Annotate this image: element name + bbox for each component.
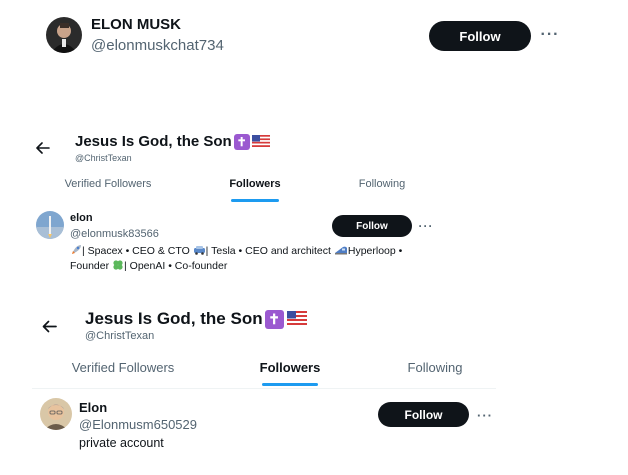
back-arrow-icon[interactable] <box>34 139 52 157</box>
more-icon[interactable]: ··· <box>474 404 496 426</box>
tab-followers[interactable]: Followers <box>215 178 295 190</box>
bio-text-spacex: | Spacex • CEO & CTO <box>82 245 190 257</box>
follower-handle: @Elonmusm650529 <box>79 417 197 432</box>
train-icon <box>334 244 348 259</box>
page-title-text: Jesus Is God, the Son <box>85 309 263 328</box>
page-title: Jesus Is God, the Son ✝ <box>85 309 307 330</box>
tab-followers[interactable]: Followers <box>248 360 332 375</box>
tab-following[interactable]: Following <box>396 360 474 375</box>
follower-bio-line-1: | Spacex • CEO & CTO | Tesla • CEO and a… <box>70 244 402 259</box>
follow-button[interactable]: Follow <box>332 215 412 237</box>
follower-bio: private account <box>79 436 164 450</box>
avatar[interactable] <box>46 17 82 53</box>
page-title: Jesus Is God, the Son ✝ <box>75 133 270 151</box>
follower-name: Elon <box>79 400 108 415</box>
tab-verified-followers[interactable]: Verified Followers <box>58 178 158 190</box>
back-arrow-icon[interactable] <box>39 316 59 336</box>
clover-icon <box>112 259 124 274</box>
rocket-icon <box>70 244 82 259</box>
page-handle: @ChristTexan <box>85 330 155 342</box>
us-flag-icon <box>251 134 270 151</box>
follower-handle: @elonmusk83566 <box>70 228 159 240</box>
avatar[interactable] <box>40 398 72 430</box>
follow-button[interactable]: Follow <box>429 21 531 51</box>
bio-text-founder: Founder <box>70 260 110 272</box>
bio-text-hyperloop: Hyperloop • <box>347 245 403 257</box>
bio-text-openai: | OpenAI • Co-founder <box>124 260 228 272</box>
tab-verified-followers[interactable]: Verified Followers <box>62 360 184 375</box>
more-icon[interactable]: ··· <box>537 23 563 47</box>
tab-divider <box>32 388 496 389</box>
avatar[interactable] <box>36 211 64 239</box>
tab-active-indicator <box>262 383 318 386</box>
more-icon[interactable]: ··· <box>416 216 436 236</box>
follow-button[interactable]: Follow <box>378 402 469 427</box>
profile-handle: @elonmuskchat734 <box>91 37 224 54</box>
page-title-text: Jesus Is God, the Son <box>75 133 232 150</box>
cross-icon: ✝ <box>264 310 284 330</box>
us-flag-icon <box>286 310 307 330</box>
tab-active-indicator <box>231 199 279 202</box>
profile-name: ELON MUSK <box>91 16 181 33</box>
page-handle: @ChristTexan <box>75 153 132 163</box>
bio-text-tesla: | Tesla • CEO and architect <box>205 245 331 257</box>
car-icon <box>193 244 206 259</box>
tab-following[interactable]: Following <box>341 178 423 190</box>
follower-bio-line-2: Founder | OpenAI • Co-founder <box>70 259 227 274</box>
follower-name: elon <box>70 212 93 224</box>
cross-icon: ✝ <box>233 134 250 151</box>
